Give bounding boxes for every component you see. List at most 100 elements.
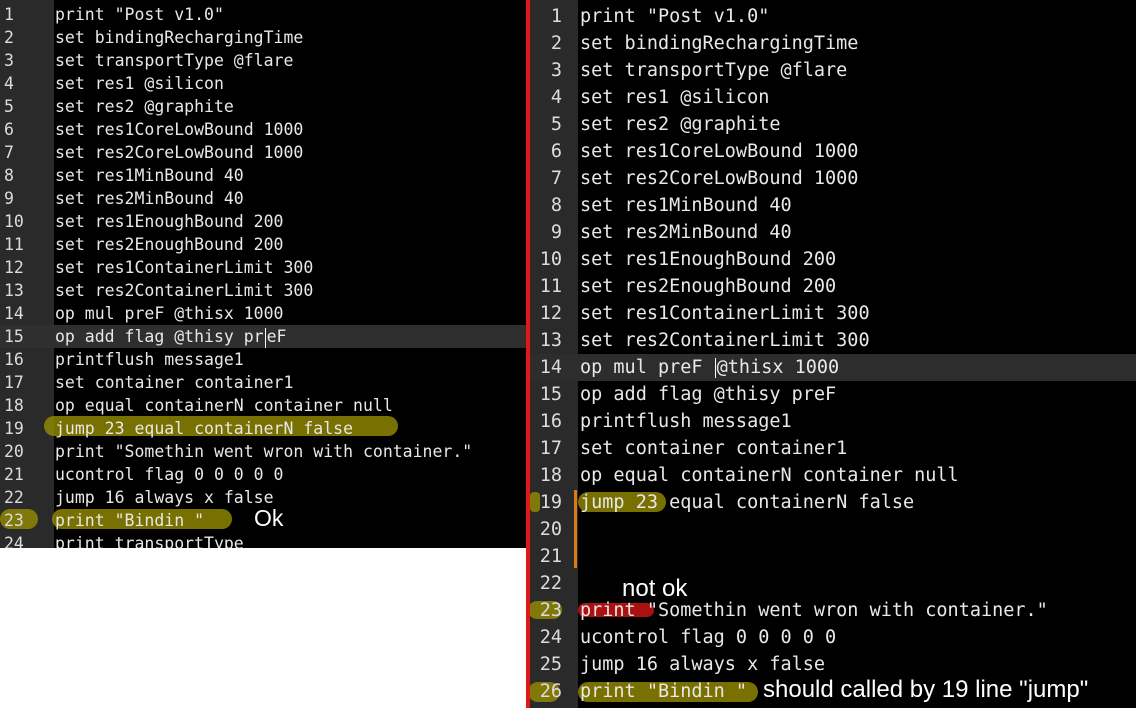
left-line-code[interactable]: set res1EnoughBound 200 — [55, 210, 283, 233]
right-line-code[interactable]: set res2MinBound 40 — [580, 219, 792, 246]
left-line-code[interactable]: jump 16 always x false — [55, 486, 274, 509]
left-code-line-1[interactable]: 1 print "Post v1.0" — [0, 3, 526, 26]
right-code-line-25[interactable]: 25 jump 16 always x false — [530, 651, 1136, 678]
left-code-line-19[interactable]: 19 jump 23 equal containerN false — [0, 417, 526, 440]
left-line-code[interactable]: jump 23 equal containerN false — [55, 417, 353, 440]
right-line-code[interactable]: jump 16 always x false — [580, 651, 825, 678]
left-code-line-12[interactable]: 12 set res1ContainerLimit 300 — [0, 256, 526, 279]
right-line-code[interactable]: set res1CoreLowBound 1000 — [580, 138, 858, 165]
left-line-code[interactable]: print "Bindin " — [55, 509, 204, 532]
right-code-line-15[interactable]: 15 op add flag @thisy preF — [530, 381, 1136, 408]
left-code-line-24[interactable]: 24 print transportType — [0, 532, 526, 548]
right-line-code[interactable]: op equal containerN container null — [580, 462, 959, 489]
right-code-line-17[interactable]: 17 set container container1 — [530, 435, 1136, 462]
left-line-code[interactable]: op add flag @thisy pr eF — [55, 325, 287, 348]
right-line-code[interactable]: set res1ContainerLimit 300 — [580, 300, 870, 327]
right-code-line-13[interactable]: 13 set res2ContainerLimit 300 — [530, 327, 1136, 354]
left-line-code[interactable]: set res1CoreLowBound 1000 — [55, 118, 303, 141]
left-code-line-7[interactable]: 7 set res2CoreLowBound 1000 — [0, 141, 526, 164]
right-line-code[interactable]: printflush message1 — [580, 408, 792, 435]
right-line-code[interactable]: set res1 @silicon — [580, 84, 769, 111]
right-code-line-2[interactable]: 2 set bindingRechargingTime — [530, 30, 1136, 57]
left-code-line-14[interactable]: 14 op mul preF @thisx 1000 — [0, 302, 526, 325]
left-line-code[interactable]: set bindingRechargingTime — [55, 26, 303, 49]
right-code-line-3[interactable]: 3 set transportType @flare — [530, 57, 1136, 84]
right-line-code[interactable]: op mul preF @thisx 1000 — [580, 354, 839, 381]
right-line-number: 12 — [539, 303, 562, 324]
left-code-line-17[interactable]: 17 set container container1 — [0, 371, 526, 394]
left-line-code[interactable]: set res2ContainerLimit 300 — [55, 279, 313, 302]
right-code-line-11[interactable]: 11 set res2EnoughBound 200 — [530, 273, 1136, 300]
left-code-line-8[interactable]: 8 set res1MinBound 40 — [0, 164, 526, 187]
left-line-code[interactable]: print transportType — [55, 532, 244, 548]
right-line-code[interactable]: set res1MinBound 40 — [580, 192, 792, 219]
right-line-code[interactable]: set res2ContainerLimit 300 — [580, 327, 870, 354]
left-code-line-6[interactable]: 6 set res1CoreLowBound 1000 — [0, 118, 526, 141]
left-line-code[interactable]: printflush message1 — [55, 348, 244, 371]
right-line-code[interactable]: print "Bindin " — [580, 678, 747, 705]
right-code-line-7[interactable]: 7 set res2CoreLowBound 1000 — [530, 165, 1136, 192]
right-editor-pane[interactable]: 1 print "Post v1.0" 2 set bindingRecharging… — [530, 0, 1136, 708]
right-code-line-14[interactable]: 14 op mul preF @thisx 1000 — [530, 354, 1136, 381]
right-line-code[interactable]: set res1EnoughBound 200 — [580, 246, 836, 273]
right-code-line-24[interactable]: 24 ucontrol flag 0 0 0 0 0 — [530, 624, 1136, 651]
right-code-line-10[interactable]: 10 set res1EnoughBound 200 — [530, 246, 1136, 273]
right-code-line-6[interactable]: 6 set res1CoreLowBound 1000 — [530, 138, 1136, 165]
right-code-line-4[interactable]: 4 set res1 @silicon — [530, 84, 1136, 111]
right-code-line-1[interactable]: 1 print "Post v1.0" — [530, 3, 1136, 30]
left-code-line-9[interactable]: 9 set res2MinBound 40 — [0, 187, 526, 210]
right-line-number: 24 — [539, 627, 562, 648]
right-code-line-9[interactable]: 9 set res2MinBound 40 — [530, 219, 1136, 246]
left-line-code[interactable]: print "Somethin went wron with container… — [55, 440, 472, 463]
right-code-line-12[interactable]: 12 set res1ContainerLimit 300 — [530, 300, 1136, 327]
right-code-line-20[interactable]: 20 — [530, 516, 1136, 543]
left-line-code[interactable]: op mul preF @thisx 1000 — [55, 302, 283, 325]
right-line-code[interactable]: set container container1 — [580, 435, 847, 462]
left-code-line-18[interactable]: 18 op equal containerN container null — [0, 394, 526, 417]
left-code-line-16[interactable]: 16 printflush message1 — [0, 348, 526, 371]
left-line-code[interactable]: set transportType @flare — [55, 49, 293, 72]
left-line-code[interactable]: op equal containerN container null — [55, 394, 393, 417]
right-code-line-8[interactable]: 8 set res1MinBound 40 — [530, 192, 1136, 219]
left-line-code[interactable]: set res2EnoughBound 200 — [55, 233, 283, 256]
right-line-code[interactable]: set res2CoreLowBound 1000 — [580, 165, 858, 192]
right-code-line-16[interactable]: 16 printflush message1 — [530, 408, 1136, 435]
left-line-code[interactable]: set res2 @graphite — [55, 95, 234, 118]
right-line-code[interactable]: set bindingRechargingTime — [580, 30, 858, 57]
right-code-line-22[interactable]: 22 — [530, 570, 1136, 597]
left-code-line-21[interactable]: 21 ucontrol flag 0 0 0 0 0 — [0, 463, 526, 486]
right-line-code[interactable]: set res2EnoughBound 200 — [580, 273, 836, 300]
left-line-number: 5 — [4, 97, 14, 116]
left-line-code[interactable]: set res1MinBound 40 — [55, 164, 244, 187]
left-line-code[interactable]: set res1 @silicon — [55, 72, 224, 95]
left-code-line-10[interactable]: 10 set res1EnoughBound 200 — [0, 210, 526, 233]
right-line-code[interactable]: set res2 @graphite — [580, 111, 780, 138]
left-line-code[interactable]: ucontrol flag 0 0 0 0 0 — [55, 463, 283, 486]
left-editor-pane[interactable]: 1 print "Post v1.0" 2 set bindingRecharging… — [0, 0, 526, 548]
right-code-line-19[interactable]: 19 jump 23 equal containerN false — [530, 489, 1136, 516]
right-code-line-23[interactable]: 23 print "Somethin went wron with contain… — [530, 597, 1136, 624]
right-line-code[interactable]: ucontrol flag 0 0 0 0 0 — [580, 624, 836, 651]
right-code-line-18[interactable]: 18 op equal containerN container null — [530, 462, 1136, 489]
left-code-line-20[interactable]: 20 print "Somethin went wron with contain… — [0, 440, 526, 463]
right-line-code[interactable]: print "Post v1.0" — [580, 3, 769, 30]
left-line-number: 10 — [4, 212, 24, 231]
left-line-code[interactable]: set res2MinBound 40 — [55, 187, 244, 210]
left-code-line-4[interactable]: 4 set res1 @silicon — [0, 72, 526, 95]
left-line-code[interactable]: set res1ContainerLimit 300 — [55, 256, 313, 279]
left-line-code[interactable]: print "Post v1.0" — [55, 3, 224, 26]
right-line-code[interactable]: op add flag @thisy preF — [580, 381, 836, 408]
right-code-line-21[interactable]: 21 — [530, 543, 1136, 570]
left-code-line-5[interactable]: 5 set res2 @graphite — [0, 95, 526, 118]
right-code-line-5[interactable]: 5 set res2 @graphite — [530, 111, 1136, 138]
left-line-code[interactable]: set res2CoreLowBound 1000 — [55, 141, 303, 164]
left-code-line-11[interactable]: 11 set res2EnoughBound 200 — [0, 233, 526, 256]
left-code-line-15[interactable]: 15 op add flag @thisy pr eF — [0, 325, 526, 348]
right-line-code[interactable]: set transportType @flare — [580, 57, 847, 84]
left-code-line-3[interactable]: 3 set transportType @flare — [0, 49, 526, 72]
left-code-line-2[interactable]: 2 set bindingRechargingTime — [0, 26, 526, 49]
left-code-line-13[interactable]: 13 set res2ContainerLimit 300 — [0, 279, 526, 302]
left-line-number: 9 — [4, 189, 14, 208]
left-line-code[interactable]: set container container1 — [55, 371, 293, 394]
right-line-code[interactable]: jump 23 equal containerN false — [580, 489, 914, 516]
